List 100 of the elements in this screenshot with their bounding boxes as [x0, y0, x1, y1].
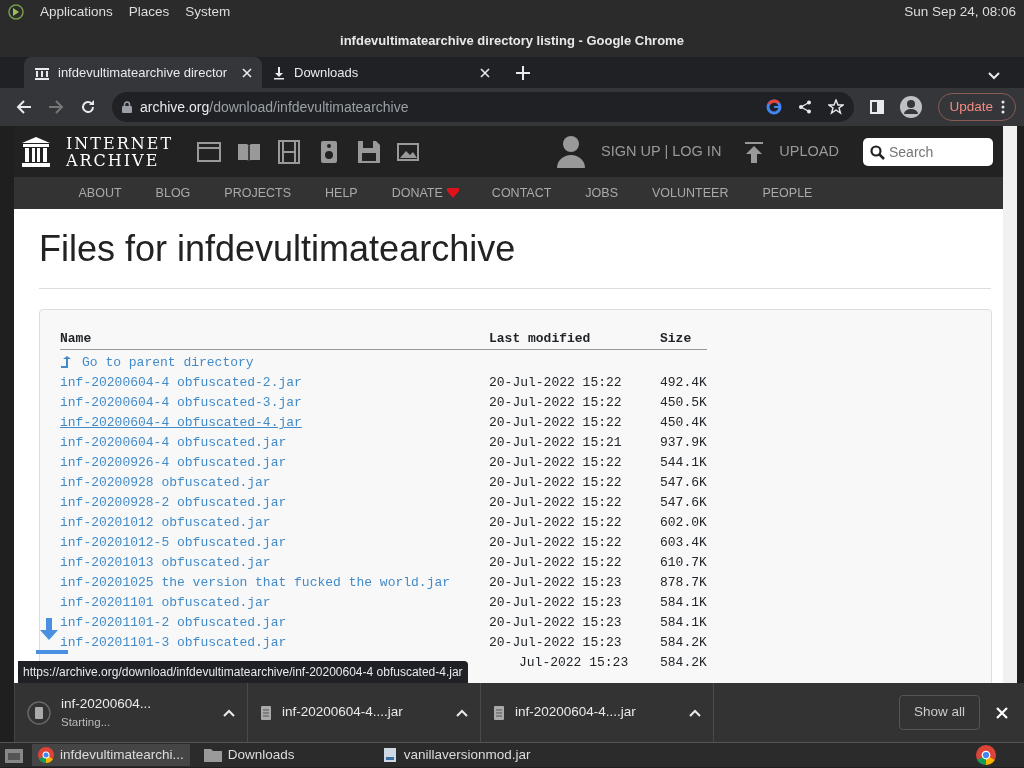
table-cell-text: 584.2K	[660, 634, 707, 653]
file-link[interactable]: inf-20200604-4 obfuscated-3.jar	[60, 395, 302, 411]
chevron-up-icon[interactable]	[456, 708, 468, 717]
panel-menu[interactable]: Applications	[40, 1, 113, 23]
launcher-icon[interactable]	[8, 4, 24, 20]
google-icon[interactable]	[766, 99, 783, 115]
link-url-tooltip: https://archive.org/download/infdevultimatearchive/inf-20200604-4 obfuscated-4.jar	[18, 661, 468, 683]
table-cell-text: 878.7K	[660, 574, 707, 593]
table-cell-text: 20-Jul-2022 15:23	[489, 614, 623, 633]
table-cell-text: 584.1K	[660, 594, 707, 613]
table-cell-text: 584.1K	[660, 614, 707, 633]
table-cell-text: 20-Jul-2022 15:22	[489, 414, 623, 433]
panel-menu[interactable]: System	[185, 1, 231, 23]
table-cell-text: 584.2K	[660, 654, 707, 673]
film-icon[interactable]	[277, 139, 302, 164]
column-header: Last modified	[489, 329, 592, 348]
file-link[interactable]: inf-20200928 obfuscated.jar	[60, 475, 271, 491]
heart-icon	[446, 188, 459, 198]
browser-tab[interactable]: Downloads	[262, 57, 500, 88]
sign-up-log-in-link[interactable]: SIGN UP | LOG IN	[601, 140, 722, 163]
nav-link[interactable]: PROJECTS	[207, 183, 309, 203]
file-progress-icon	[27, 700, 51, 725]
file-link[interactable]: inf-20201012 obfuscated.jar	[60, 515, 271, 531]
chevron-up-icon[interactable]	[223, 708, 235, 717]
file-icon	[260, 704, 272, 721]
taskbar-button[interactable]: Downloads	[197, 744, 368, 766]
forward-icon[interactable]	[48, 99, 64, 115]
temple-logo-icon[interactable]	[22, 136, 50, 167]
file-link[interactable]: inf-20200604-4 obfuscated-4.jar	[60, 415, 302, 431]
file-link[interactable]: inf-20201012-5 obfuscated.jar	[60, 535, 287, 551]
nav-link[interactable]: VOLUNTEER	[635, 183, 746, 203]
file-link[interactable]: inf-20200604-4 obfuscated-2.jar	[60, 375, 302, 391]
file-icon	[493, 704, 505, 721]
new-tab-icon[interactable]	[516, 66, 530, 80]
scrollbar[interactable]	[1003, 126, 1017, 683]
close-icon[interactable]	[480, 67, 490, 78]
profile-icon[interactable]	[900, 96, 923, 118]
back-icon[interactable]	[16, 99, 32, 115]
table-cell-text: 610.7K	[660, 554, 707, 573]
panel-clock: Sun Sep 24, 08:06	[904, 2, 1016, 21]
taskbar-button[interactable]: infdevultimatearchi...	[32, 744, 190, 766]
file-link[interactable]: inf-20200926-4 obfuscated.jar	[60, 455, 287, 471]
more-icon[interactable]	[1001, 100, 1005, 114]
lock-icon	[122, 101, 132, 113]
logo-text[interactable]: INTERNET	[66, 134, 174, 152]
person-icon[interactable]	[557, 135, 585, 168]
star-icon[interactable]	[828, 99, 845, 115]
nav-link[interactable]: DONATE	[374, 183, 443, 203]
panel-menu[interactable]: Places	[128, 1, 170, 23]
table-cell-text: 547.6K	[660, 474, 707, 493]
table-cell-text: 937.9K	[660, 434, 707, 453]
show-desktop-icon[interactable]	[4, 746, 24, 764]
table-cell-text: 450.5K	[660, 394, 707, 413]
browser-tab[interactable]: infdevultimatearchive director	[24, 57, 262, 88]
nav-link[interactable]: PEOPLE	[745, 183, 830, 203]
table-cell-text: 602.0K	[660, 514, 707, 533]
table-cell: Jul-2022 15:23	[519, 655, 629, 671]
window-title: infdevultimatearchive directory listing - Google Chrome	[340, 31, 684, 50]
search-field[interactable]: Search	[863, 137, 993, 166]
chevron-down-icon[interactable]	[988, 72, 1000, 80]
nav-link[interactable]: BLOG	[138, 183, 208, 203]
upload-link[interactable]: UPLOAD	[779, 140, 839, 163]
nav-link[interactable]: CONTACT	[474, 183, 569, 203]
table-cell-text: 20-Jul-2022 15:23	[489, 594, 623, 613]
logo-text[interactable]: ARCHIVE	[66, 151, 174, 169]
chrome-icon[interactable]	[976, 745, 996, 765]
file-link[interactable]: inf-20201013 obfuscated.jar	[60, 555, 271, 571]
file-link[interactable]: inf-20201101-2 obfuscated.jar	[60, 615, 287, 631]
column-header: Name	[60, 329, 93, 348]
share-icon[interactable]	[798, 100, 813, 114]
parent-directory-link[interactable]: Go to parent directory	[82, 353, 254, 373]
show-all-button[interactable]: Show all	[898, 695, 980, 730]
web-icon[interactable]	[197, 139, 222, 164]
table-cell-text: 20-Jul-2022 15:21	[489, 434, 623, 453]
table-cell-text: 20-Jul-2022 15:22	[489, 554, 623, 573]
column-header: Size	[660, 329, 692, 348]
address-bar[interactable]: archive.org/download/infdevultimatearchive	[112, 92, 855, 122]
file-link[interactable]: inf-20200604-4 obfuscated.jar	[60, 435, 287, 451]
page-heading: Files for infdevultimatearchive	[39, 227, 517, 271]
taskbar-button[interactable]: vanillaversionmod.jar	[375, 744, 537, 766]
nav-link[interactable]: ABOUT	[61, 183, 139, 203]
table-cell-text: 492.4K	[660, 374, 707, 393]
table-cell-text: 603.4K	[660, 534, 707, 553]
file-link[interactable]: inf-20201025 the version that fucked the world.jar	[60, 575, 451, 591]
file-link[interactable]: inf-20201101 obfuscated.jar	[60, 595, 271, 611]
file-link[interactable]: inf-20201101-3 obfuscated.jar	[60, 635, 287, 651]
nav-link[interactable]: HELP	[308, 183, 375, 203]
chevron-up-icon[interactable]	[689, 708, 701, 717]
chrome-icon	[38, 747, 54, 763]
close-icon[interactable]	[242, 67, 252, 78]
reload-icon[interactable]	[80, 99, 96, 115]
table-cell-text: 20-Jul-2022 15:22	[489, 514, 623, 533]
table-cell-text: 20-Jul-2022 15:22	[489, 454, 623, 473]
table-cell-text: 450.4K	[660, 414, 707, 433]
nav-link[interactable]: JOBS	[568, 183, 635, 203]
file-link[interactable]: inf-20200928-2 obfuscated.jar	[60, 495, 287, 511]
table-cell-text: 547.6K	[660, 494, 707, 513]
side-panel-icon[interactable]	[870, 100, 885, 114]
upload-icon[interactable]	[745, 140, 764, 163]
table-cell-text: 20-Jul-2022 15:22	[489, 534, 623, 553]
